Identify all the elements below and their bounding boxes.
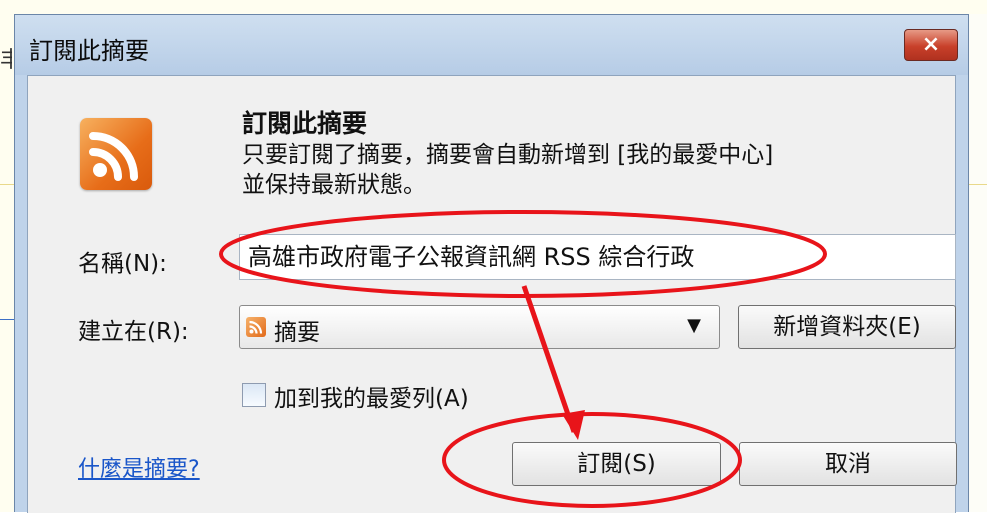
- what-is-feed-link[interactable]: 什麼是摘要?: [78, 451, 200, 483]
- dialog-heading: 訂閱此摘要: [242, 109, 368, 138]
- close-icon: ×: [921, 32, 941, 57]
- dialog-description: 只要訂閱了摘要，摘要會自動新增到 [我的最愛中心] 並保持最新狀態。: [242, 140, 942, 200]
- add-to-favorites-bar-label[interactable]: 加到我的最愛列(A): [274, 379, 469, 413]
- background-left-edge: 丰: [0, 14, 14, 512]
- subscribe-button[interactable]: 訂閱(S): [512, 442, 721, 486]
- dialog-body: 訂閱此摘要 只要訂閱了摘要，摘要會自動新增到 [我的最愛中心] 並保持最新狀態。…: [27, 75, 957, 513]
- create-in-value: 摘要: [274, 320, 320, 346]
- close-button[interactable]: ×: [904, 29, 958, 61]
- chevron-down-icon: ▼: [687, 315, 701, 336]
- rss-feed-icon: [246, 317, 266, 337]
- background-divider: [0, 184, 14, 185]
- description-line: 只要訂閱了摘要，摘要會自動新增到 [我的最愛中心]: [242, 142, 774, 168]
- background-right-edge: [969, 14, 987, 512]
- cancel-button[interactable]: 取消: [739, 442, 957, 486]
- add-to-favorites-bar-checkbox[interactable]: [242, 383, 266, 407]
- description-line: 並保持最新狀態。: [242, 172, 426, 198]
- dialog-title: 訂閱此摘要: [29, 37, 149, 65]
- name-label: 名稱(N):: [78, 251, 167, 277]
- dialog-titlebar[interactable]: 訂閱此摘要 ×: [15, 15, 968, 75]
- new-folder-button[interactable]: 新增資料夾(E): [738, 305, 956, 349]
- create-in-label: 建立在(R):: [78, 319, 189, 345]
- background-divider: [0, 319, 14, 320]
- subscribe-feed-dialog: 訂閱此摘要 × 訂閱此摘要 只要訂閱了摘要，摘要會自動新增到 [我的最愛中心] …: [14, 14, 969, 513]
- create-in-dropdown[interactable]: 摘要 ▼: [239, 305, 720, 349]
- rss-feed-icon: [80, 118, 152, 190]
- background-divider: [969, 184, 987, 185]
- name-input[interactable]: 高雄市政府電子公報資訊網 RSS 綜合行政: [239, 234, 956, 280]
- background-top-strip: [0, 0, 987, 15]
- background-text: 丰: [0, 48, 12, 73]
